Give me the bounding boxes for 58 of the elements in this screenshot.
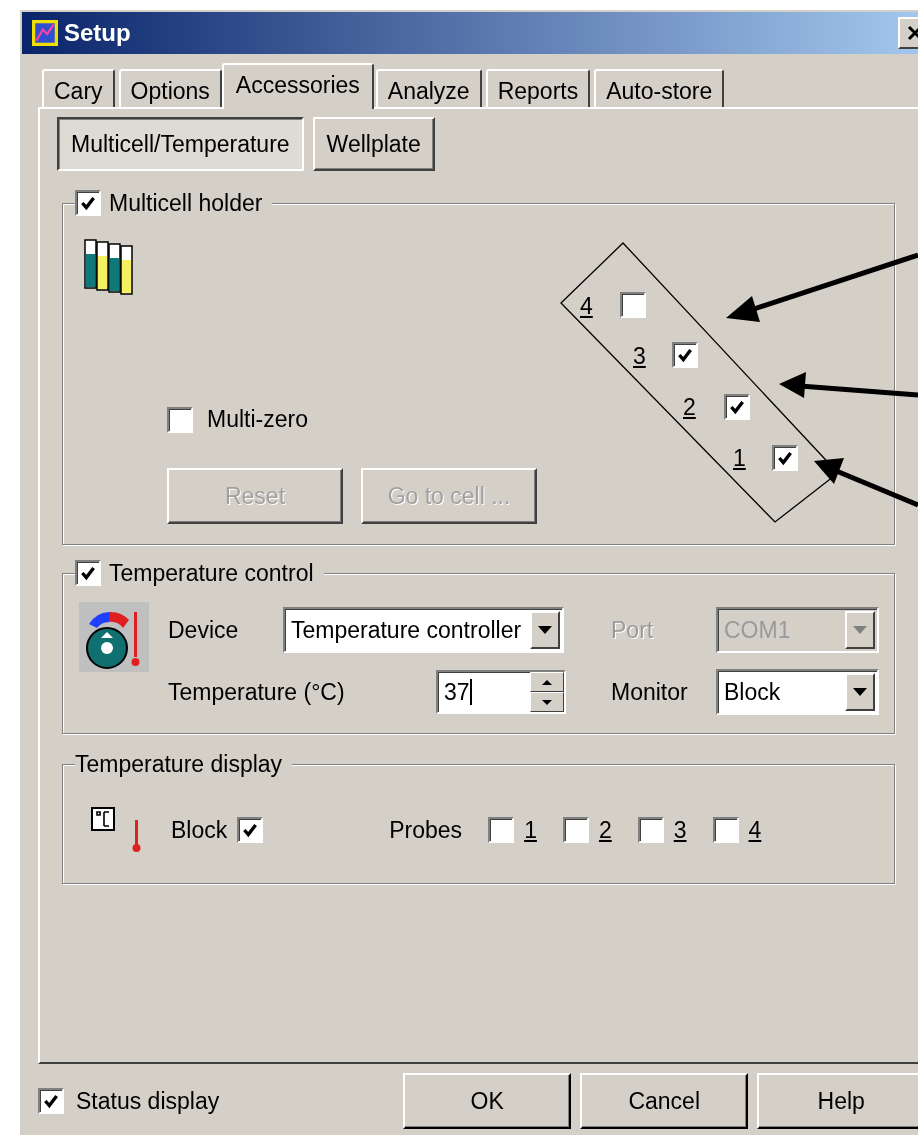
tab[interactable]: Cary — [42, 69, 115, 107]
checkbox[interactable] — [772, 445, 798, 471]
monitor-dropdown[interactable]: Block — [716, 669, 879, 715]
dialog-button[interactable]: Cancel — [580, 1073, 749, 1129]
caret-icon — [853, 626, 867, 634]
tab[interactable]: Reports — [485, 69, 591, 107]
checkbox[interactable] — [75, 190, 101, 216]
subtab-button[interactable]: Multicell/Temperature — [57, 117, 304, 171]
checkmark-icon — [728, 398, 746, 416]
caret-icon — [853, 688, 867, 696]
heater-dial-icon — [79, 602, 149, 672]
group-label: Temperature control — [109, 559, 314, 587]
checkbox-label: Block — [171, 816, 228, 844]
checkbox[interactable] — [237, 817, 264, 843]
checkbox[interactable] — [167, 406, 193, 433]
temperature-spinner[interactable]: 37 — [436, 670, 566, 714]
tab[interactable]: Accessories — [221, 63, 374, 109]
caret-icon — [538, 626, 552, 634]
dialog-button[interactable]: Help — [757, 1073, 918, 1129]
checkbox[interactable] — [724, 394, 750, 420]
group-label: Temperature display — [75, 750, 283, 778]
checkmark-icon — [676, 346, 694, 364]
dialog-button[interactable]: OK — [403, 1073, 572, 1129]
group-label: Multicell holder — [109, 189, 263, 217]
probe-number: 2 — [598, 816, 612, 844]
app-icon — [32, 20, 58, 46]
checkbox[interactable] — [620, 292, 646, 318]
checkmark-icon — [776, 449, 794, 467]
probes-label: Probes — [389, 816, 463, 844]
probe-number: 1 — [524, 816, 537, 844]
probe-number: 3 — [673, 816, 687, 844]
probe-number: 4 — [748, 816, 762, 844]
subtab-button[interactable]: Wellplate — [312, 117, 435, 171]
cell-number: 4 — [580, 293, 593, 319]
checkmark-icon — [79, 564, 97, 582]
checkmark-icon — [79, 194, 97, 212]
cell-number: 2 — [683, 394, 696, 420]
checkbox[interactable] — [637, 817, 664, 843]
window-title: Setup — [64, 19, 131, 47]
checkbox[interactable] — [562, 817, 589, 843]
device-dropdown[interactable]: Temperature controller — [283, 607, 564, 653]
field-label: Monitor — [611, 678, 689, 706]
tab[interactable]: Analyze — [375, 69, 482, 107]
checkbox[interactable] — [38, 1088, 64, 1114]
tab[interactable]: Auto-store — [594, 69, 725, 107]
checkbox[interactable] — [672, 342, 698, 368]
checkmark-icon — [42, 1092, 60, 1110]
checkbox-label: Status display — [76, 1087, 220, 1115]
field-label: Device — [168, 616, 240, 644]
checkbox-label: Multi-zero — [207, 406, 308, 433]
checkbox[interactable] — [488, 817, 515, 843]
field-label: Temperature (°C) — [168, 678, 346, 706]
field-label: Port — [611, 616, 655, 644]
checkbox[interactable] — [712, 817, 739, 843]
cell-number: 3 — [633, 343, 646, 369]
checkbox[interactable] — [75, 560, 101, 586]
cell-number: 1 — [733, 445, 746, 471]
checkmark-icon — [241, 821, 260, 839]
